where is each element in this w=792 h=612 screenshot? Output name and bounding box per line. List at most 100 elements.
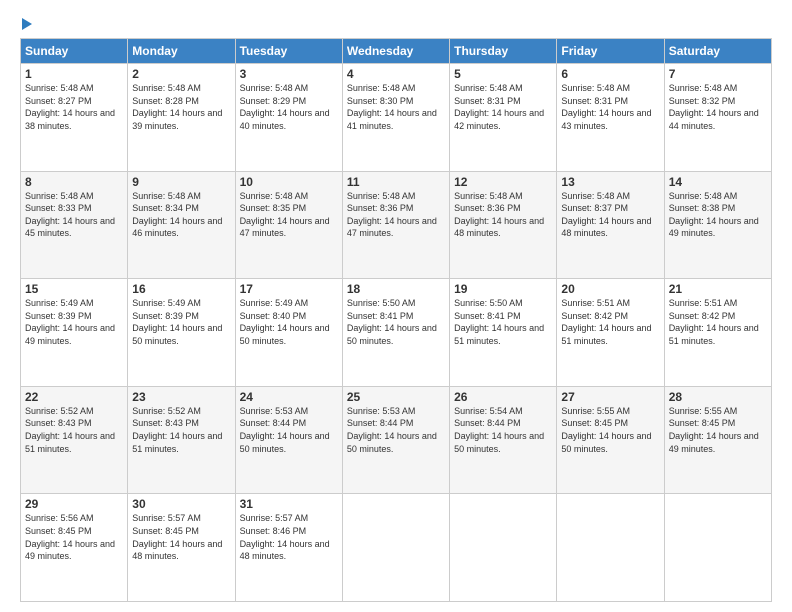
calendar-cell: 10 Sunrise: 5:48 AMSunset: 8:35 PMDaylig… [235, 171, 342, 279]
day-number: 25 [347, 390, 445, 404]
calendar-cell: 14 Sunrise: 5:48 AMSunset: 8:38 PMDaylig… [664, 171, 771, 279]
day-number: 31 [240, 497, 338, 511]
day-number: 3 [240, 67, 338, 81]
day-number: 16 [132, 282, 230, 296]
calendar-week-row: 22 Sunrise: 5:52 AMSunset: 8:43 PMDaylig… [21, 386, 772, 494]
calendar-cell: 11 Sunrise: 5:48 AMSunset: 8:36 PMDaylig… [342, 171, 449, 279]
weekday-header: Monday [128, 39, 235, 64]
day-info: Sunrise: 5:49 AMSunset: 8:40 PMDaylight:… [240, 298, 330, 346]
calendar-week-row: 29 Sunrise: 5:56 AMSunset: 8:45 PMDaylig… [21, 494, 772, 602]
day-number: 7 [669, 67, 767, 81]
day-info: Sunrise: 5:51 AMSunset: 8:42 PMDaylight:… [669, 298, 759, 346]
day-number: 29 [25, 497, 123, 511]
day-info: Sunrise: 5:54 AMSunset: 8:44 PMDaylight:… [454, 406, 544, 454]
day-info: Sunrise: 5:50 AMSunset: 8:41 PMDaylight:… [347, 298, 437, 346]
day-info: Sunrise: 5:48 AMSunset: 8:27 PMDaylight:… [25, 83, 115, 131]
weekday-header: Tuesday [235, 39, 342, 64]
calendar-cell: 8 Sunrise: 5:48 AMSunset: 8:33 PMDayligh… [21, 171, 128, 279]
calendar-cell: 23 Sunrise: 5:52 AMSunset: 8:43 PMDaylig… [128, 386, 235, 494]
day-number: 26 [454, 390, 552, 404]
page: SundayMondayTuesdayWednesdayThursdayFrid… [0, 0, 792, 612]
day-number: 12 [454, 175, 552, 189]
calendar-cell: 25 Sunrise: 5:53 AMSunset: 8:44 PMDaylig… [342, 386, 449, 494]
calendar-cell: 15 Sunrise: 5:49 AMSunset: 8:39 PMDaylig… [21, 279, 128, 387]
day-info: Sunrise: 5:49 AMSunset: 8:39 PMDaylight:… [25, 298, 115, 346]
day-info: Sunrise: 5:48 AMSunset: 8:35 PMDaylight:… [240, 191, 330, 239]
calendar-cell [450, 494, 557, 602]
day-number: 20 [561, 282, 659, 296]
day-info: Sunrise: 5:48 AMSunset: 8:30 PMDaylight:… [347, 83, 437, 131]
day-number: 9 [132, 175, 230, 189]
day-info: Sunrise: 5:48 AMSunset: 8:31 PMDaylight:… [454, 83, 544, 131]
day-number: 13 [561, 175, 659, 189]
calendar-cell [342, 494, 449, 602]
calendar-cell: 2 Sunrise: 5:48 AMSunset: 8:28 PMDayligh… [128, 64, 235, 172]
calendar-week-row: 8 Sunrise: 5:48 AMSunset: 8:33 PMDayligh… [21, 171, 772, 279]
day-info: Sunrise: 5:51 AMSunset: 8:42 PMDaylight:… [561, 298, 651, 346]
calendar-cell: 9 Sunrise: 5:48 AMSunset: 8:34 PMDayligh… [128, 171, 235, 279]
calendar-cell: 18 Sunrise: 5:50 AMSunset: 8:41 PMDaylig… [342, 279, 449, 387]
calendar-cell: 1 Sunrise: 5:48 AMSunset: 8:27 PMDayligh… [21, 64, 128, 172]
day-info: Sunrise: 5:55 AMSunset: 8:45 PMDaylight:… [669, 406, 759, 454]
day-info: Sunrise: 5:52 AMSunset: 8:43 PMDaylight:… [25, 406, 115, 454]
day-number: 21 [669, 282, 767, 296]
weekday-header: Sunday [21, 39, 128, 64]
calendar-cell: 3 Sunrise: 5:48 AMSunset: 8:29 PMDayligh… [235, 64, 342, 172]
day-info: Sunrise: 5:57 AMSunset: 8:45 PMDaylight:… [132, 513, 222, 561]
day-number: 11 [347, 175, 445, 189]
calendar-cell: 31 Sunrise: 5:57 AMSunset: 8:46 PMDaylig… [235, 494, 342, 602]
day-info: Sunrise: 5:53 AMSunset: 8:44 PMDaylight:… [347, 406, 437, 454]
day-info: Sunrise: 5:48 AMSunset: 8:37 PMDaylight:… [561, 191, 651, 239]
weekday-header: Thursday [450, 39, 557, 64]
day-number: 17 [240, 282, 338, 296]
day-info: Sunrise: 5:50 AMSunset: 8:41 PMDaylight:… [454, 298, 544, 346]
calendar-cell: 26 Sunrise: 5:54 AMSunset: 8:44 PMDaylig… [450, 386, 557, 494]
day-number: 4 [347, 67, 445, 81]
day-info: Sunrise: 5:48 AMSunset: 8:38 PMDaylight:… [669, 191, 759, 239]
day-info: Sunrise: 5:56 AMSunset: 8:45 PMDaylight:… [25, 513, 115, 561]
day-number: 28 [669, 390, 767, 404]
day-number: 27 [561, 390, 659, 404]
calendar: SundayMondayTuesdayWednesdayThursdayFrid… [20, 38, 772, 602]
header [20, 16, 772, 30]
day-number: 18 [347, 282, 445, 296]
weekday-header: Wednesday [342, 39, 449, 64]
weekday-header: Saturday [664, 39, 771, 64]
day-info: Sunrise: 5:52 AMSunset: 8:43 PMDaylight:… [132, 406, 222, 454]
day-info: Sunrise: 5:57 AMSunset: 8:46 PMDaylight:… [240, 513, 330, 561]
weekday-header: Friday [557, 39, 664, 64]
calendar-cell [664, 494, 771, 602]
calendar-cell: 6 Sunrise: 5:48 AMSunset: 8:31 PMDayligh… [557, 64, 664, 172]
day-number: 22 [25, 390, 123, 404]
calendar-header-row: SundayMondayTuesdayWednesdayThursdayFrid… [21, 39, 772, 64]
day-number: 8 [25, 175, 123, 189]
day-number: 2 [132, 67, 230, 81]
calendar-cell: 30 Sunrise: 5:57 AMSunset: 8:45 PMDaylig… [128, 494, 235, 602]
calendar-cell: 4 Sunrise: 5:48 AMSunset: 8:30 PMDayligh… [342, 64, 449, 172]
day-info: Sunrise: 5:49 AMSunset: 8:39 PMDaylight:… [132, 298, 222, 346]
day-info: Sunrise: 5:48 AMSunset: 8:31 PMDaylight:… [561, 83, 651, 131]
day-info: Sunrise: 5:48 AMSunset: 8:36 PMDaylight:… [347, 191, 437, 239]
day-number: 19 [454, 282, 552, 296]
day-number: 30 [132, 497, 230, 511]
calendar-cell: 7 Sunrise: 5:48 AMSunset: 8:32 PMDayligh… [664, 64, 771, 172]
calendar-cell: 28 Sunrise: 5:55 AMSunset: 8:45 PMDaylig… [664, 386, 771, 494]
calendar-cell: 21 Sunrise: 5:51 AMSunset: 8:42 PMDaylig… [664, 279, 771, 387]
day-number: 6 [561, 67, 659, 81]
day-info: Sunrise: 5:48 AMSunset: 8:34 PMDaylight:… [132, 191, 222, 239]
calendar-cell [557, 494, 664, 602]
day-info: Sunrise: 5:48 AMSunset: 8:32 PMDaylight:… [669, 83, 759, 131]
calendar-week-row: 15 Sunrise: 5:49 AMSunset: 8:39 PMDaylig… [21, 279, 772, 387]
calendar-cell: 20 Sunrise: 5:51 AMSunset: 8:42 PMDaylig… [557, 279, 664, 387]
logo-arrow-icon [22, 18, 32, 30]
day-number: 10 [240, 175, 338, 189]
calendar-cell: 27 Sunrise: 5:55 AMSunset: 8:45 PMDaylig… [557, 386, 664, 494]
day-number: 24 [240, 390, 338, 404]
day-number: 15 [25, 282, 123, 296]
day-number: 14 [669, 175, 767, 189]
calendar-cell: 5 Sunrise: 5:48 AMSunset: 8:31 PMDayligh… [450, 64, 557, 172]
day-info: Sunrise: 5:48 AMSunset: 8:28 PMDaylight:… [132, 83, 222, 131]
day-info: Sunrise: 5:48 AMSunset: 8:36 PMDaylight:… [454, 191, 544, 239]
calendar-cell: 24 Sunrise: 5:53 AMSunset: 8:44 PMDaylig… [235, 386, 342, 494]
day-info: Sunrise: 5:48 AMSunset: 8:33 PMDaylight:… [25, 191, 115, 239]
